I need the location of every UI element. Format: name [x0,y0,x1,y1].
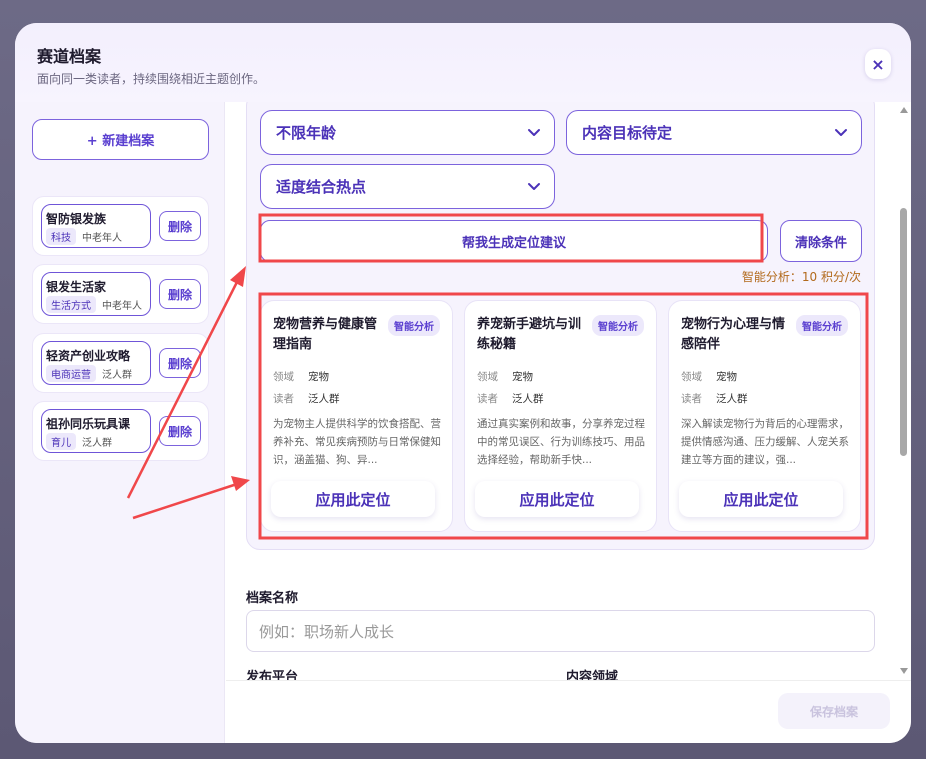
clear-conditions-button[interactable]: 清除条件 [780,220,862,262]
scroll-thumb[interactable] [900,208,907,456]
card-title: 养宠新手避坑与训练秘籍 [477,317,582,352]
name-label: 档案名称 [246,591,299,606]
positioning-panel: 不限年龄 内容目标待定 适度结合热点 帮我生成定位建议 清除条件 智能分析：10… [246,102,875,550]
profile-item[interactable]: 银发生活家 生活方式 中老年人 删除 [32,264,209,324]
main-content: 不限年龄 内容目标待定 适度结合热点 帮我生成定位建议 清除条件 智能分析：10… [226,102,896,682]
profile-audience: 泛人群 [102,370,132,381]
save-profile-button[interactable]: 保存档案 [778,693,890,729]
profile-name: 祖孙同乐玩具课 [46,417,131,431]
profile-tag: 生活方式 [46,296,96,313]
sidebar: + 新建档案 智防银发族 科技 中老年人 删除 银发生活家 生活方式 中老年人 … [15,102,225,743]
profile-card[interactable]: 祖孙同乐玩具课 育儿 泛人群 [41,409,151,453]
card-description: 为宠物主人提供科学的饮食搭配、营养补充、常见疾病预防与日常保健知识，涵盖猫、狗、… [273,418,441,466]
profile-tag: 电商运营 [46,365,96,382]
cost-text: 智能分析：10 积分/次 [741,270,861,284]
apply-positioning-button[interactable]: 应用此定位 [475,481,639,517]
profile-audience: 中老年人 [82,233,122,244]
delete-button[interactable]: 删除 [159,348,201,378]
card-domain: 领域 宠物 [681,371,737,383]
scrollbar[interactable] [897,103,911,681]
ai-badge: 智能分析 [796,315,848,336]
card-reader: 读者 泛人群 [273,393,340,405]
goal-select[interactable]: 内容目标待定 [566,110,862,155]
goal-select-value: 内容目标待定 [582,124,673,142]
age-select-value: 不限年龄 [276,124,337,142]
generate-suggestion-button[interactable]: 帮我生成定位建议 [260,220,768,262]
profile-card[interactable]: 智防银发族 科技 中老年人 [41,204,151,248]
name-input[interactable]: 例如：职场新人成长 [246,610,875,652]
card-description: 通过真实案例和故事，分享养宠过程中的常见误区、行为训练技巧、用品选择经验，帮助新… [477,418,645,466]
age-select[interactable]: 不限年龄 [260,110,555,155]
hotspot-select-value: 适度结合热点 [276,178,367,196]
modal-footer: 保存档案 [226,680,911,743]
suggestion-card: 宠物行为心理与情感陪伴 智能分析 领域 宠物 读者 泛人群 深入解读宠物行为背后的心… [668,300,861,532]
card-title: 宠物营养与健康管理指南 [273,317,378,352]
profile-audience: 中老年人 [102,301,142,312]
suggestion-card: 宠物营养与健康管理指南 智能分析 领域 宠物 读者 泛人群 为宠物主人提供科学的饮食… [260,300,453,532]
apply-positioning-button[interactable]: 应用此定位 [271,481,435,517]
scroll-up-icon[interactable] [900,107,908,113]
card-reader: 读者 泛人群 [477,393,544,405]
card-domain: 领域 宠物 [273,371,329,383]
delete-button[interactable]: 删除 [159,211,201,241]
suggestion-card: 养宠新手避坑与训练秘籍 智能分析 领域 宠物 读者 泛人群 通过真实案例和故事，分享… [464,300,657,532]
profile-name: 轻资产创业攻略 [46,349,131,363]
ai-badge: 智能分析 [592,315,644,336]
card-description: 深入解读宠物行为背后的心理需求，提供情感沟通、压力缓解、人宠关系建立等方面的建议… [681,418,849,466]
chevron-down-icon [835,129,847,136]
scroll-down-icon[interactable] [900,668,908,674]
profile-name: 智防银发族 [46,212,107,226]
chevron-down-icon [528,129,540,136]
profile-item[interactable]: 智防银发族 科技 中老年人 删除 [32,196,209,256]
profile-item[interactable]: 祖孙同乐玩具课 育儿 泛人群 删除 [32,401,209,461]
profile-tag: 育儿 [46,433,76,450]
card-reader: 读者 泛人群 [681,393,748,405]
apply-positioning-button[interactable]: 应用此定位 [679,481,843,517]
profile-modal: 赛道档案 面向同一类读者，持续围绕相近主题创作。 × + 新建档案 智防银发族 … [15,23,911,743]
modal-subtitle: 面向同一类读者，持续围绕相近主题创作。 [37,72,266,86]
profile-item[interactable]: 轻资产创业攻略 电商运营 泛人群 删除 [32,333,209,393]
card-title: 宠物行为心理与情感陪伴 [681,317,786,352]
chevron-down-icon [528,183,540,190]
profile-card[interactable]: 银发生活家 生活方式 中老年人 [41,272,151,316]
modal-title: 赛道档案 [37,47,102,66]
profile-audience: 泛人群 [82,438,112,449]
profile-tag: 科技 [46,228,76,245]
ai-badge: 智能分析 [388,315,440,336]
new-profile-button[interactable]: + 新建档案 [32,119,209,160]
profile-name: 银发生活家 [46,280,107,294]
delete-button[interactable]: 删除 [159,416,201,446]
modal-header: 赛道档案 面向同一类读者，持续围绕相近主题创作。 × [15,23,911,102]
card-domain: 领域 宠物 [477,371,533,383]
delete-button[interactable]: 删除 [159,279,201,309]
profile-card[interactable]: 轻资产创业攻略 电商运营 泛人群 [41,341,151,385]
hotspot-select[interactable]: 适度结合热点 [260,164,555,209]
close-icon[interactable]: × [865,49,891,79]
